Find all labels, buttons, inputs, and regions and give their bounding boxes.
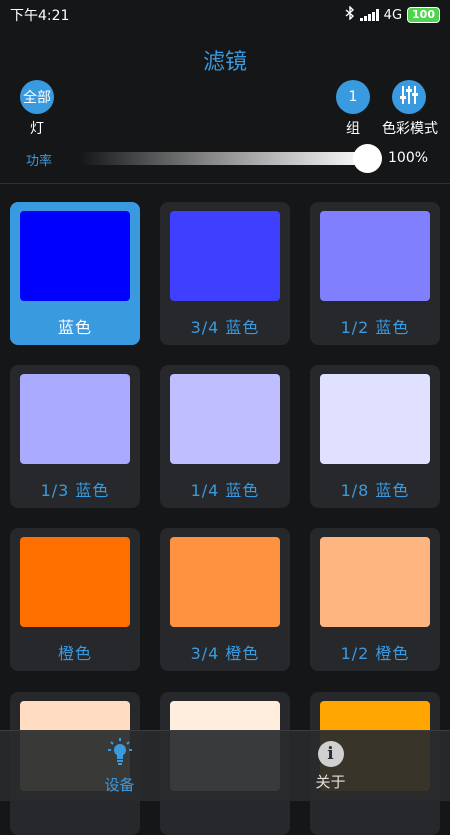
filter-label: 1/3 蓝色 — [40, 481, 110, 500]
color-swatch — [170, 211, 280, 301]
color-swatch — [20, 537, 130, 627]
color-swatch — [20, 211, 130, 301]
filter-label: 1/2 橙色 — [340, 644, 410, 663]
color-swatch — [170, 537, 280, 627]
filter-label: 1/2 蓝色 — [340, 318, 410, 337]
filter-label: 1/4 蓝色 — [190, 481, 260, 500]
filter-card[interactable]: 橙色 — [10, 528, 140, 671]
nav-about-label: 关于 — [315, 772, 346, 791]
filter-label: 蓝色 — [57, 318, 92, 337]
info-icon: i — [317, 740, 344, 767]
nav-about[interactable]: i 关于 — [218, 731, 443, 801]
filter-card[interactable]: 1/8 蓝色 — [310, 365, 440, 508]
nav-devices[interactable]: 设备 — [7, 731, 232, 801]
nav-devices-label: 设备 — [104, 775, 135, 794]
filter-card[interactable]: 3/4 蓝色 — [160, 202, 290, 345]
filter-card[interactable]: 1/2 蓝色 — [310, 202, 440, 345]
color-swatch — [20, 374, 130, 464]
color-swatch — [170, 374, 280, 464]
filter-label: 3/4 蓝色 — [190, 318, 260, 337]
filter-label: 橙色 — [57, 644, 92, 663]
filter-label: 1/8 蓝色 — [340, 481, 410, 500]
lightbulb-icon — [107, 737, 133, 770]
color-swatch — [320, 537, 430, 627]
filter-grid: 蓝色 3/4 蓝色 1/2 蓝色 1/3 蓝色 1/4 蓝色 1/8 蓝色 橙色… — [0, 0, 450, 835]
filter-card[interactable]: 1/3 蓝色 — [10, 365, 140, 508]
bottom-nav: 设备 i 关于 — [0, 730, 450, 801]
filter-card[interactable]: 3/4 橙色 — [160, 528, 290, 671]
color-swatch — [320, 374, 430, 464]
filter-card[interactable]: 蓝色 — [10, 202, 140, 345]
filter-card[interactable]: 1/2 橙色 — [310, 528, 440, 671]
filter-label: 3/4 橙色 — [190, 644, 260, 663]
filter-card[interactable]: 1/4 蓝色 — [160, 365, 290, 508]
color-swatch — [320, 211, 430, 301]
